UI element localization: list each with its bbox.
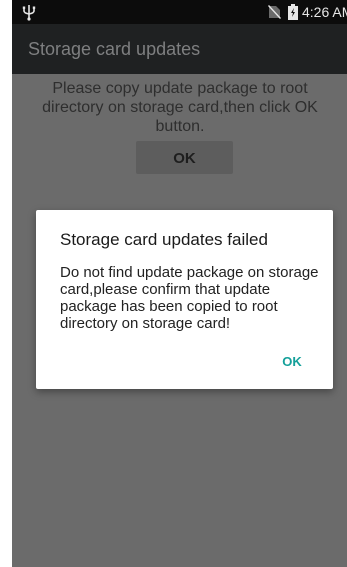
app-title: Storage card updates bbox=[28, 39, 201, 59]
usb-icon bbox=[22, 5, 36, 21]
dialog-message: Do not find update package on storage ca… bbox=[60, 264, 319, 332]
error-dialog: Storage card updates failed Do not find … bbox=[36, 210, 333, 389]
dialog-ok-button[interactable]: OK bbox=[272, 348, 312, 376]
phone-screen: 4:26 AM Storage card updates Please copy… bbox=[12, 0, 347, 567]
dialog-title: Storage card updates failed bbox=[60, 230, 268, 249]
status-time: 4:26 AM bbox=[302, 4, 347, 20]
battery-icon bbox=[288, 4, 298, 20]
status-bar: 4:26 AM bbox=[12, 0, 347, 24]
ok-button[interactable]: OK bbox=[136, 141, 233, 174]
instruction-text: Please copy update package to root direc… bbox=[42, 80, 318, 135]
no-sim-icon bbox=[268, 5, 281, 19]
app-bar: Storage card updates bbox=[12, 24, 347, 74]
